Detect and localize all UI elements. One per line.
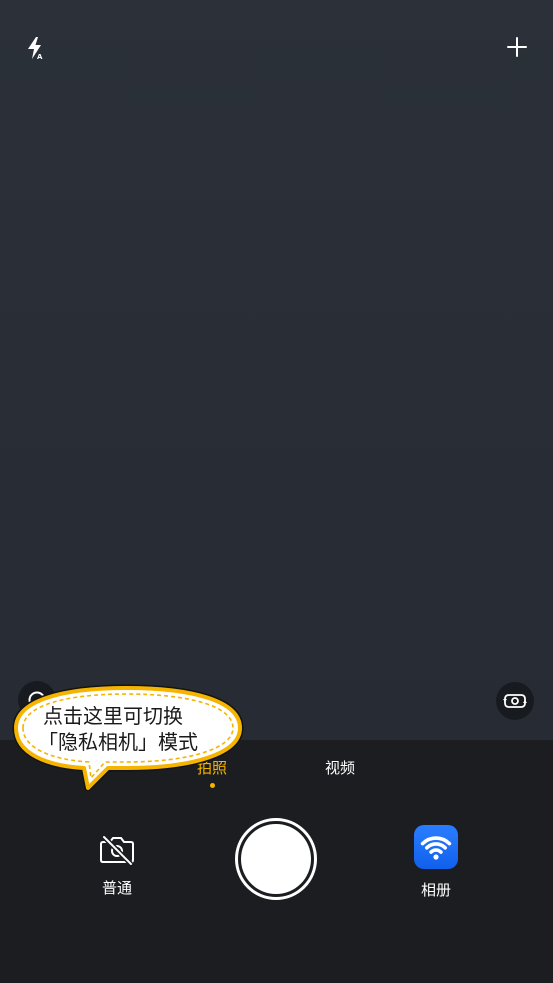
tab-video[interactable]: 视频 bbox=[310, 758, 370, 778]
album-label: 相册 bbox=[420, 881, 451, 899]
shutter-core bbox=[241, 824, 311, 894]
album-app-icon bbox=[414, 825, 458, 869]
privacy-mode-toggle[interactable]: 普通 bbox=[87, 828, 147, 900]
plus-icon[interactable] bbox=[505, 35, 529, 59]
camera-off-icon bbox=[100, 835, 134, 865]
privacy-camera-tooltip[interactable]: 点击这里可切换 「隐私相机」模式 bbox=[8, 682, 248, 794]
flash-mode-badge: A bbox=[37, 53, 43, 61]
switch-camera-icon bbox=[503, 694, 527, 708]
shutter-button[interactable] bbox=[235, 818, 317, 900]
tooltip-line-2: 「隐私相机」模式 bbox=[38, 730, 198, 754]
tooltip-line-1: 点击这里可切换 bbox=[43, 704, 183, 728]
wifi-icon bbox=[420, 836, 452, 860]
flash-button[interactable]: A bbox=[24, 34, 50, 64]
switch-camera-button[interactable] bbox=[496, 682, 534, 720]
privacy-mode-label: 普通 bbox=[101, 879, 132, 897]
album-button[interactable]: 相册 bbox=[406, 820, 466, 902]
camera-viewfinder[interactable] bbox=[0, 0, 553, 740]
